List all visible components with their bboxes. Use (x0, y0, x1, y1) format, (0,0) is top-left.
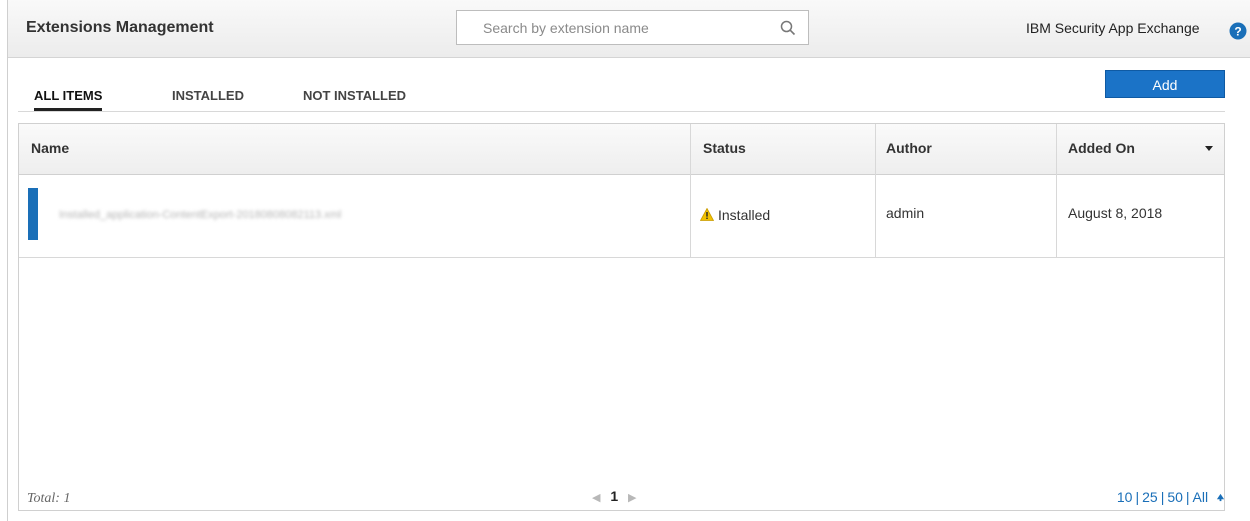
tab-all-items[interactable]: ALL ITEMS (34, 88, 103, 111)
pagination: ◀ 1 ▶ (592, 488, 637, 504)
column-header-added-on-label: Added On (1068, 140, 1135, 156)
page-title: Extensions Management (26, 19, 214, 36)
column-header-name[interactable]: Name (19, 124, 690, 174)
brand-label: IBM Security App Exchange (1026, 20, 1200, 36)
status-label: Installed (718, 207, 771, 223)
column-header-author[interactable]: Author (875, 124, 1056, 174)
frame-border (7, 0, 8, 521)
sort-down-icon[interactable] (1204, 145, 1214, 153)
svg-text:?: ? (1234, 25, 1241, 39)
separator: | (1160, 489, 1165, 505)
search-icon[interactable] (780, 20, 796, 36)
page-size-10[interactable]: 10 (1117, 489, 1133, 505)
tab-label: INSTALLED (172, 88, 244, 103)
search-box[interactable] (456, 10, 809, 45)
arrow-up-icon[interactable] (1216, 493, 1225, 502)
total-count: Total: 1 (27, 491, 71, 506)
table-footer: Total: 1 ◀ 1 ▶ 10 | 25 | 50 | All (18, 482, 1225, 510)
separator: | (1185, 489, 1190, 505)
page-size-all[interactable]: All (1193, 489, 1209, 505)
tab-divider (18, 111, 1225, 112)
extensions-table: Name Status Author Added On Installed_ap… (18, 123, 1225, 511)
cell-extension-name: Installed_application-ContentExport-2018… (59, 209, 342, 221)
page-size-50[interactable]: 50 (1167, 489, 1183, 505)
tab-installed[interactable]: INSTALLED (172, 88, 244, 103)
column-header-added-on[interactable]: Added On (1056, 124, 1224, 174)
table-row[interactable]: Installed_application-ContentExport-2018… (19, 175, 1224, 258)
cell-author: admin (886, 205, 925, 221)
separator: | (1135, 489, 1140, 505)
next-page-icon[interactable]: ▶ (628, 492, 636, 504)
prev-page-icon[interactable]: ◀ (592, 492, 600, 504)
current-page[interactable]: 1 (610, 488, 618, 504)
search-input[interactable] (457, 11, 783, 44)
page-size-25[interactable]: 25 (1142, 489, 1158, 505)
tab-not-installed[interactable]: NOT INSTALLED (303, 88, 406, 103)
table-header: Name Status Author Added On (19, 124, 1224, 175)
warning-icon (700, 208, 714, 221)
help-icon[interactable]: ? (1229, 22, 1247, 40)
app-header: Extensions Management IBM Security App E… (8, 0, 1250, 58)
cell-status: Installed (690, 175, 875, 255)
column-header-status[interactable]: Status (690, 124, 875, 174)
cell-added-on: August 8, 2018 (1068, 205, 1163, 221)
page-size-selector: 10 | 25 | 50 | All (1117, 489, 1225, 505)
add-button[interactable]: Add (1105, 70, 1225, 98)
tab-label: ALL ITEMS (34, 88, 103, 103)
tab-label: NOT INSTALLED (303, 88, 407, 103)
